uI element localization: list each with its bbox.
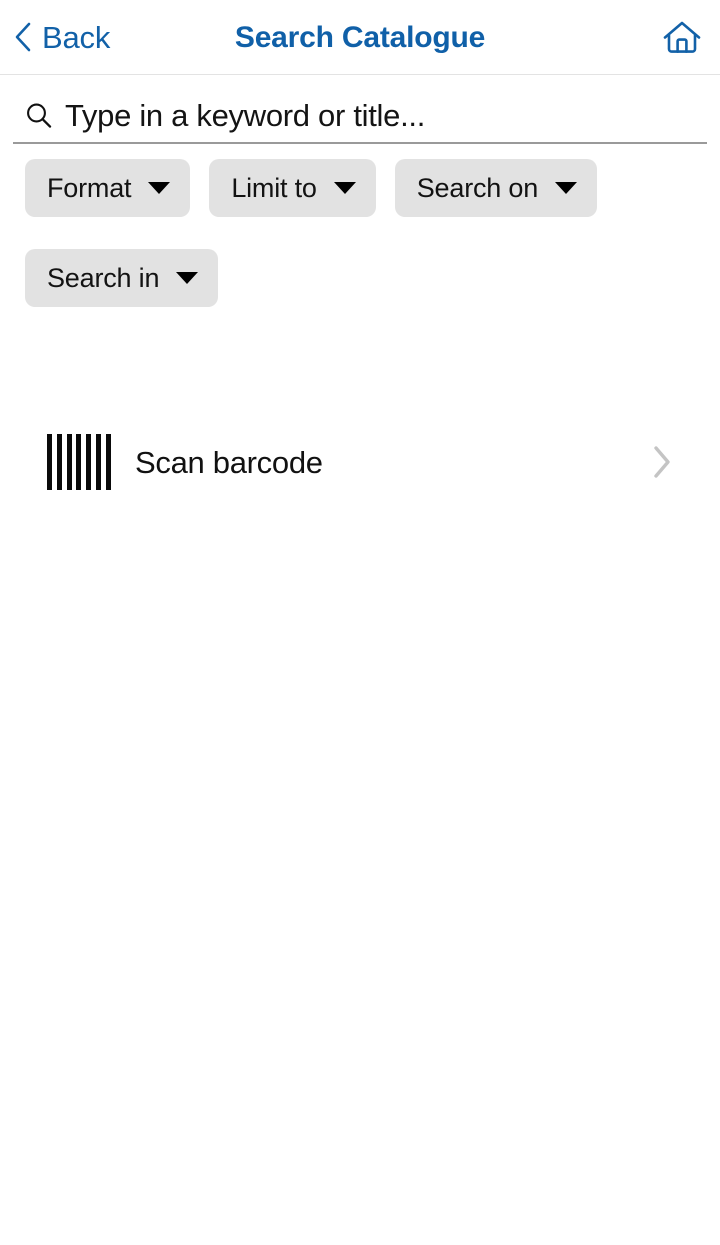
scan-barcode-row[interactable]: Scan barcode xyxy=(0,420,720,504)
search-icon xyxy=(27,103,52,128)
barcode-icon xyxy=(47,434,111,490)
back-button-label: Back xyxy=(42,19,111,55)
back-button[interactable]: Back xyxy=(8,13,116,61)
chevron-down-icon xyxy=(176,272,199,284)
filter-chip-row: Format Limit to Search on xyxy=(25,159,705,217)
filter-chip-row: Search in xyxy=(25,249,705,307)
chevron-left-icon xyxy=(15,22,31,52)
search-input[interactable] xyxy=(65,98,665,134)
search-field[interactable] xyxy=(13,90,707,144)
chevron-down-icon xyxy=(333,182,356,194)
scan-barcode-label: Scan barcode xyxy=(135,444,323,480)
chevron-down-icon xyxy=(555,182,578,194)
filter-chip-label: Format xyxy=(47,172,132,203)
home-button[interactable] xyxy=(658,14,706,62)
home-icon xyxy=(663,21,701,53)
filter-chip-area: Format Limit to Search on Search in xyxy=(25,159,705,307)
filter-chip-limit-to[interactable]: Limit to xyxy=(209,159,376,217)
filter-chip-label: Search in xyxy=(47,262,160,293)
app-header: Back Search Catalogue xyxy=(0,0,720,75)
chevron-right-icon xyxy=(654,446,670,478)
filter-chip-search-in[interactable]: Search in xyxy=(25,249,219,307)
filter-chip-label: Search on xyxy=(416,172,539,203)
chevron-down-icon xyxy=(148,182,171,194)
filter-chip-label: Limit to xyxy=(231,172,317,203)
filter-chip-search-on[interactable]: Search on xyxy=(394,159,598,217)
filter-chip-format[interactable]: Format xyxy=(25,159,191,217)
